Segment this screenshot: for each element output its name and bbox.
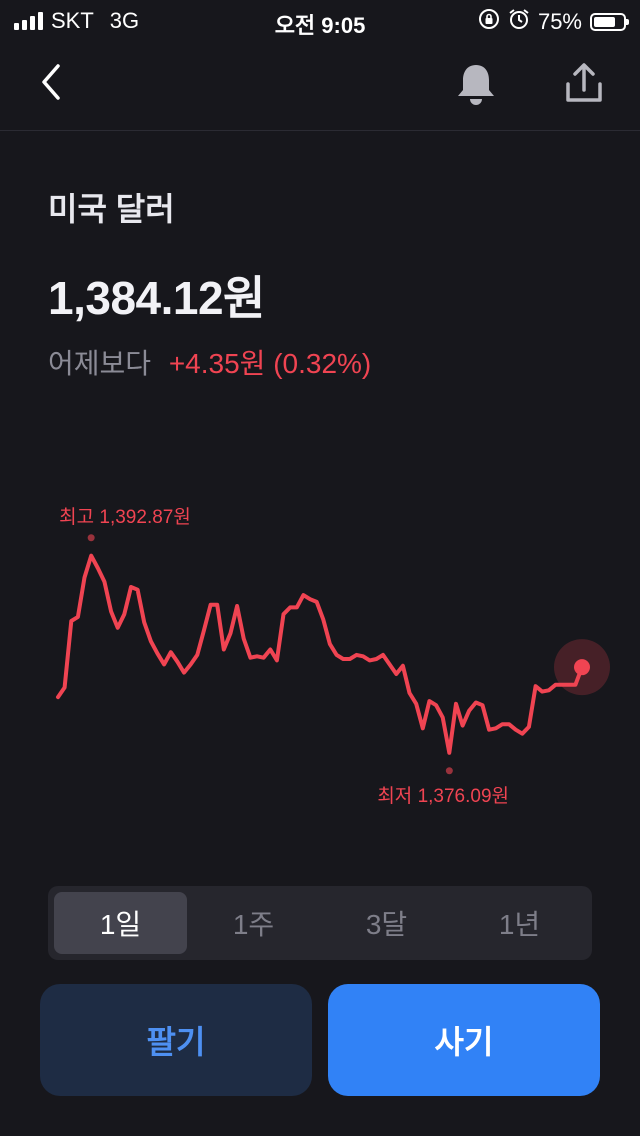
high-marker: [87, 534, 95, 542]
nav-bar: [0, 40, 640, 131]
back-button[interactable]: [30, 60, 74, 104]
price-change: 어제보다 +4.35원 (0.32%): [48, 342, 371, 382]
status-bar: SKT 3G 오전 9:05 75%: [0, 0, 640, 40]
period-tab[interactable]: 1일: [54, 892, 187, 954]
asset-name: 미국 달러: [48, 191, 175, 227]
period-tabs: 1일 1주 3달 1년: [48, 886, 592, 960]
bell-icon: [458, 65, 494, 105]
low-marker: [445, 767, 453, 775]
price-line: [56, 553, 584, 755]
alarm-icon: [508, 8, 530, 36]
current-price: 1,384.12원: [48, 272, 265, 324]
period-tab[interactable]: 3달: [320, 892, 453, 954]
share-icon: [566, 63, 602, 102]
period-tab[interactable]: 1주: [187, 892, 320, 954]
share-button[interactable]: [560, 60, 608, 108]
chevron-left-icon: [42, 64, 60, 100]
sell-button[interactable]: 팔기: [40, 984, 312, 1096]
battery-icon: [590, 13, 629, 31]
price-chart-svg: [56, 534, 610, 775]
change-value: +4.35원 (0.32%): [168, 348, 372, 379]
notification-button[interactable]: [452, 60, 500, 108]
trade-actions: 팔기 사기: [40, 984, 600, 1096]
buy-button[interactable]: 사기: [328, 984, 600, 1096]
rotation-lock-icon: [478, 8, 500, 36]
change-label: 어제보다: [48, 348, 152, 379]
battery-percent: 75%: [537, 9, 582, 34]
chart-low-label: 최저 1,376.09원: [377, 785, 510, 807]
period-tab[interactable]: 1년: [453, 892, 586, 954]
current-point: [574, 659, 590, 676]
chart-high-label: 최고 1,392.87원: [59, 506, 191, 528]
price-chart[interactable]: 최고 1,392.87원 최저 1,376.09원: [0, 480, 640, 850]
